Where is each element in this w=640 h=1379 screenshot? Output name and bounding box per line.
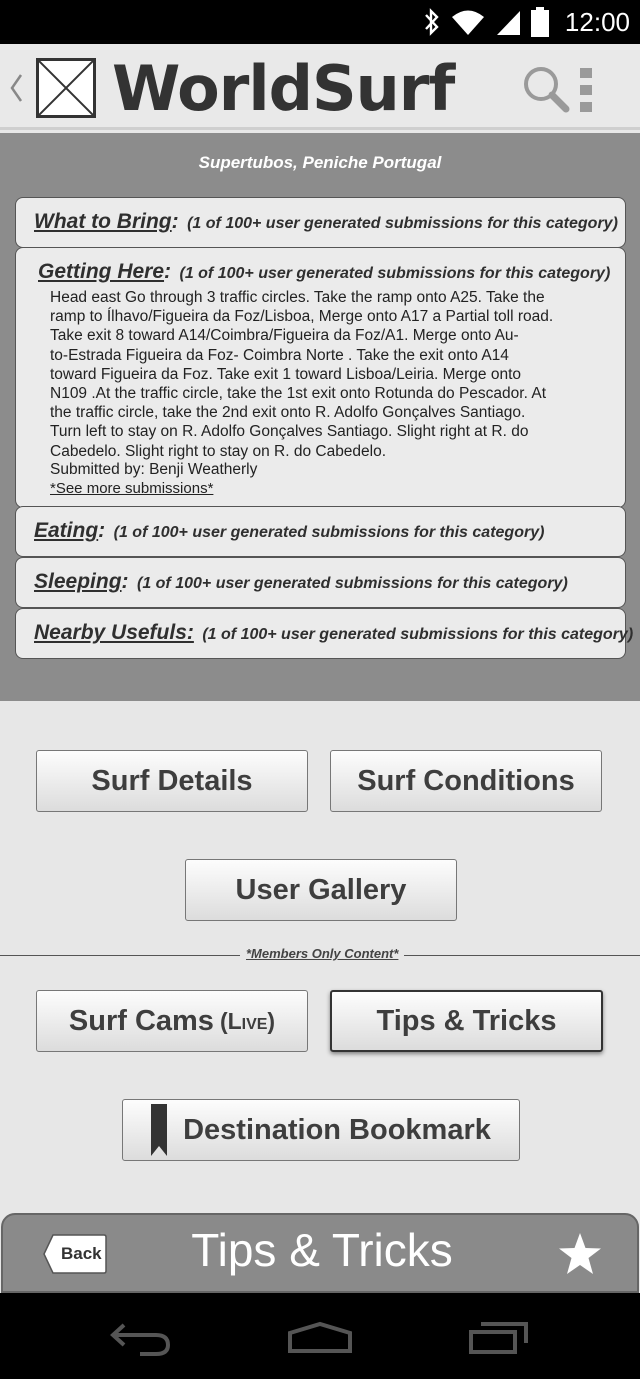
bluetooth-icon — [425, 8, 439, 36]
surf-cams-live-button[interactable]: Surf Cams (Live) — [36, 990, 308, 1052]
status-time: 12:00 — [564, 6, 630, 37]
search-icon[interactable] — [520, 64, 572, 116]
signal-icon — [496, 11, 520, 35]
directions-line: Head east Go through 3 traffic circles. … — [50, 289, 545, 306]
category-name: What to Bring — [34, 210, 172, 233]
getting-here-directions: Head east Go through 3 traffic circles. … — [50, 288, 590, 461]
directions-line: toward Figueira da Foz. Take exit 1 towa… — [50, 365, 521, 383]
banner-title: Tips & Tricks — [191, 1224, 453, 1276]
category-count: (1 of 100+ user generated submissions fo… — [113, 524, 545, 541]
category-eating[interactable]: Eating: (1 of 100+ user generated submis… — [15, 506, 626, 557]
recents-nav-icon[interactable] — [468, 1321, 530, 1355]
category-nearby-usefuls[interactable]: Nearby Usefuls: (1 of 100+ user generate… — [15, 608, 633, 659]
back-chevron-icon[interactable] — [8, 72, 24, 104]
category-getting-here[interactable]: Getting Here: (1 of 100+ user generated … — [15, 247, 626, 508]
submitted-by: Submitted by: Benji Weatherly — [50, 461, 258, 478]
category-name: Eating — [34, 519, 99, 542]
info-panel: Supertubos, Peniche Portugal What to Bri… — [0, 133, 640, 701]
category-name: Nearby Usefuls: — [34, 621, 194, 644]
live-label: (Live) — [219, 1007, 276, 1034]
directions-line: Turn left to stay on R. Adolfo Gonçalves… — [50, 423, 529, 441]
directions-line: Take exit 8 toward A14/Coimbra/Figueira … — [50, 327, 519, 345]
location-title: Supertubos, Peniche Portugal — [198, 153, 442, 172]
star-icon[interactable] — [557, 1231, 603, 1277]
directions-line: to-Estrada Figueira da Foz- Coimbra Nort… — [50, 346, 509, 364]
status-bar: 12:00 — [0, 0, 640, 44]
bookmark-icon — [151, 1104, 168, 1156]
tips-tricks-button[interactable]: Tips & Tricks — [330, 990, 603, 1052]
destination-bookmark-label: Destination Bookmark — [183, 1113, 491, 1146]
home-nav-icon[interactable] — [286, 1321, 354, 1355]
bottom-banner: Back Tips & Tricks — [1, 1213, 639, 1293]
surf-conditions-button[interactable]: Surf Conditions — [330, 750, 602, 812]
surf-details-button[interactable]: Surf Details — [36, 750, 308, 812]
directions-line: N109 .At the traffic circle, take the 1s… — [50, 385, 546, 403]
battery-icon — [530, 7, 549, 37]
status-icons: 12:00 — [423, 6, 630, 38]
wifi-icon — [451, 10, 484, 35]
destination-bookmark-button[interactable]: Destination Bookmark — [122, 1099, 520, 1161]
directions-line: Cabedelo. Slight right to stay on R. do … — [50, 442, 387, 460]
category-count: (1 of 100+ user generated submissions fo… — [187, 215, 618, 232]
overflow-menu-icon[interactable] — [580, 68, 594, 112]
back-nav-icon[interactable] — [110, 1321, 172, 1357]
user-gallery-button[interactable]: User Gallery — [185, 859, 457, 921]
members-only-label: *Members Only Content* — [240, 946, 405, 961]
category-what-to-bring[interactable]: What to Bring: (1 of 100+ user generated… — [15, 197, 626, 248]
logo-placeholder-icon — [36, 58, 96, 118]
category-count: (1 of 100+ user generated submissions fo… — [136, 575, 568, 592]
surf-cams-label: Surf Cams — [68, 1004, 214, 1037]
app-title: WorldSurf — [112, 52, 455, 125]
directions-line: ramp to Ílhavo/Figueira da Foz/Lisboa, M… — [50, 308, 554, 326]
see-more-submissions-link[interactable]: *See more submissions* — [50, 480, 213, 497]
category-name: Sleeping — [34, 570, 122, 593]
category-count: (1 of 100+ user generated submissions fo… — [179, 265, 611, 282]
directions-line: the traffic circle, take the 2nd exit on… — [50, 404, 526, 422]
system-nav-bar — [0, 1293, 640, 1379]
category-name: Getting Here — [38, 260, 165, 283]
category-sleeping[interactable]: Sleeping: (1 of 100+ user generated subm… — [15, 557, 626, 608]
category-count: (1 of 100+ user generated submissions fo… — [202, 626, 634, 643]
app-bar: WorldSurf — [0, 44, 640, 130]
